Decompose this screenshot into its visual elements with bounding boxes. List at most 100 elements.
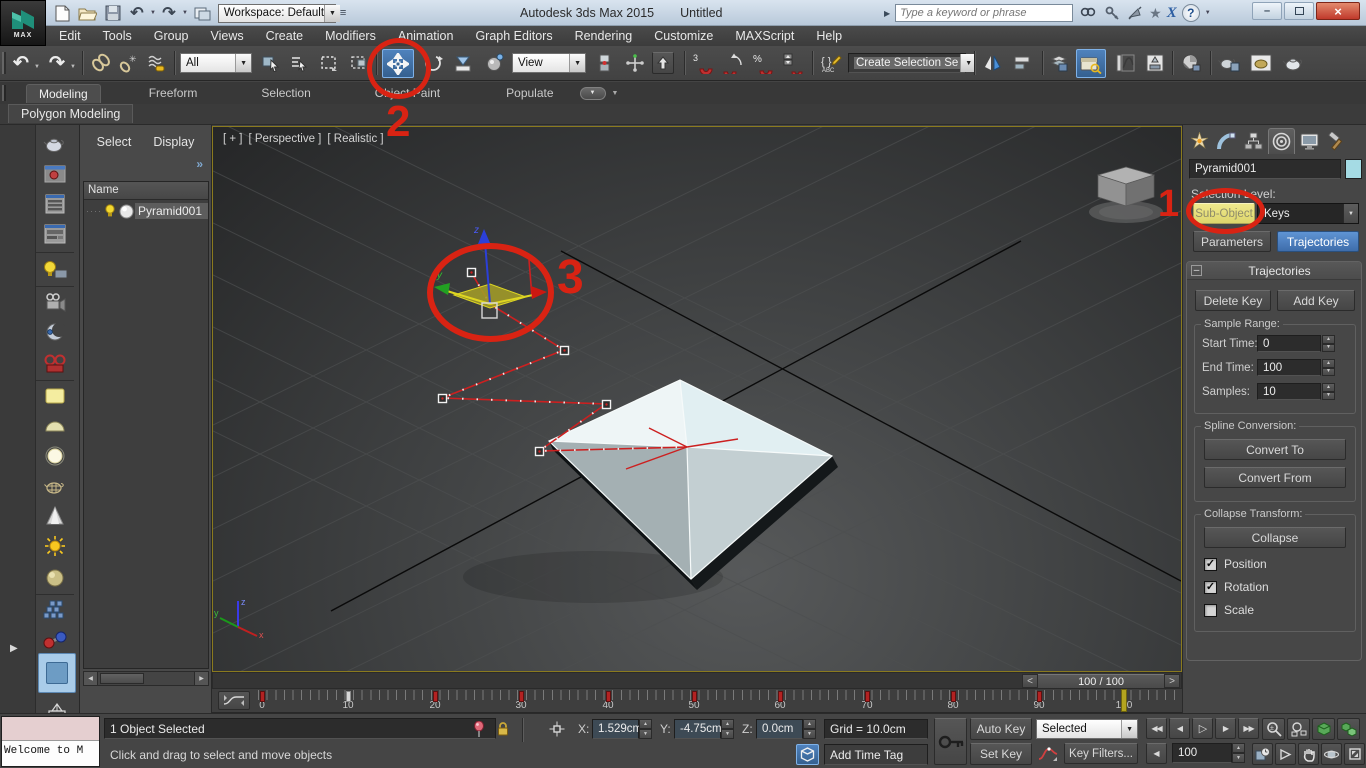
samples-spinner[interactable]: ▲▼ xyxy=(1322,383,1335,400)
render-setup-icon[interactable] xyxy=(1216,50,1242,76)
named-selection-sets-dropdown[interactable]: Create Selection Se▼ xyxy=(848,53,966,73)
open-file-button[interactable] xyxy=(76,3,98,23)
minimize-button[interactable]: – xyxy=(1252,2,1282,20)
explorer-display-menu[interactable]: Display xyxy=(153,135,194,149)
keyframe-marker-80[interactable] xyxy=(951,691,956,702)
scene-explorer-toggle-button[interactable] xyxy=(1076,49,1106,78)
spotlight-cone-icon[interactable] xyxy=(36,501,74,531)
time-slider-handle[interactable]: < 100 / 100 > xyxy=(1022,674,1180,688)
project-folder-button[interactable] xyxy=(192,3,214,23)
orbit-view-button[interactable] xyxy=(1321,743,1342,765)
end-time-spinner[interactable]: ▲▼ xyxy=(1322,359,1335,376)
display-tab-icon[interactable] xyxy=(1297,129,1322,154)
camera-speaker-icon[interactable] xyxy=(36,287,74,317)
environment-dialog-icon[interactable] xyxy=(36,219,74,253)
set-key-button[interactable]: Set Key xyxy=(970,743,1032,765)
schematic-view-icon[interactable] xyxy=(1142,50,1168,76)
ribbon-tab-freeform[interactable]: Freeform xyxy=(137,84,210,102)
zoom-button[interactable]: ± xyxy=(1262,718,1285,740)
material-editor-icon[interactable] xyxy=(1178,50,1204,76)
ribbon-minimize-pill-button[interactable]: ▼ xyxy=(580,87,606,100)
parameters-button[interactable]: Parameters xyxy=(1193,231,1271,252)
select-and-manipulate-cross-icon[interactable] xyxy=(622,50,648,76)
scale-checkbox[interactable] xyxy=(1204,604,1217,617)
viewcube[interactable] xyxy=(1089,167,1163,223)
spinner-snap-toggle-icon[interactable] xyxy=(780,50,806,76)
listener-macro-pane[interactable] xyxy=(2,717,99,741)
ribbon-grip[interactable] xyxy=(2,85,6,101)
help-icon[interactable]: ? xyxy=(1182,4,1200,22)
menu-group[interactable]: Group xyxy=(143,29,200,43)
z-coordinate-spinner[interactable]: ▲▼ xyxy=(803,719,816,739)
expand-toolbar-arrow-icon[interactable]: ▶ xyxy=(10,643,18,654)
reference-coordinate-system-dropdown[interactable]: View▼ xyxy=(512,53,586,73)
help-caret-icon[interactable]: ▼ xyxy=(1205,10,1211,16)
menu-modifiers[interactable]: Modifiers xyxy=(314,29,387,43)
create-tab-icon[interactable] xyxy=(1187,129,1212,154)
explorer-row-pyramid001[interactable]: ···· Pyramid001 xyxy=(84,200,208,222)
keyframe-marker-30[interactable] xyxy=(519,691,524,702)
trajectories-button[interactable]: Trajectories xyxy=(1277,231,1359,252)
key-mode-toggle-button[interactable]: ◀ xyxy=(1146,743,1167,764)
viewport-general-menu[interactable]: [ + ] xyxy=(223,133,243,145)
object-array-icon[interactable] xyxy=(36,595,74,625)
current-frame-indicator[interactable] xyxy=(1121,689,1127,712)
convert-to-button[interactable]: Convert To xyxy=(1204,439,1346,460)
curve-editor-icon[interactable] xyxy=(1112,50,1138,76)
select-and-scale-icon[interactable] xyxy=(450,50,476,76)
modify-tab-icon[interactable] xyxy=(1214,129,1239,154)
object-color-swatch[interactable] xyxy=(1345,159,1362,179)
scrollbar-thumb[interactable] xyxy=(100,673,144,684)
redo-button[interactable]: ↷ xyxy=(160,3,178,23)
exchange-apps-icon[interactable]: X xyxy=(1167,5,1177,22)
edit-named-selection-sets-icon[interactable]: { }ABC xyxy=(818,50,844,76)
z-coordinate-field[interactable]: 0.0cm xyxy=(756,719,803,739)
menu-maxscript[interactable]: MAXScript xyxy=(724,29,805,43)
explorer-name-column-header[interactable]: Name xyxy=(84,182,208,200)
active-left-tool-button[interactable] xyxy=(38,653,76,693)
keyframe-marker-20[interactable] xyxy=(433,691,438,702)
key-filter-scope-dropdown[interactable]: Selected▼ xyxy=(1036,719,1138,739)
convert-from-button[interactable]: Convert From xyxy=(1204,467,1346,488)
scroll-right-icon[interactable]: ▶ xyxy=(194,672,208,685)
keyframe-marker-60[interactable] xyxy=(778,691,783,702)
previous-frame-arrow[interactable]: < xyxy=(1022,674,1038,688)
rectangular-selection-region-icon[interactable] xyxy=(316,50,342,76)
keyframe-marker-70[interactable] xyxy=(865,691,870,702)
close-button[interactable]: × xyxy=(1316,2,1360,20)
viewport-shading-menu[interactable]: [ Realistic ] xyxy=(327,133,383,145)
ribbon-tab-populate[interactable]: Populate xyxy=(494,84,565,102)
ribbon-options-caret-icon[interactable]: ▼ xyxy=(612,90,619,97)
explorer-horizontal-scrollbar[interactable]: ◀ ▶ xyxy=(83,671,209,686)
select-and-manipulate-icon[interactable] xyxy=(482,50,508,76)
absolute-offset-mode-toggle[interactable] xyxy=(546,719,568,739)
position-checkbox[interactable]: ✓ xyxy=(1204,558,1217,571)
render-setup-dialog-icon[interactable] xyxy=(36,189,74,219)
keyframe-marker-40[interactable] xyxy=(606,691,611,702)
next-frame-button[interactable]: ▶ xyxy=(1215,718,1236,739)
ribbon-tab-selection[interactable]: Selection xyxy=(249,84,322,102)
perspective-viewport[interactable]: z y z y x [ + ] [ Perspective ] [ Realis… xyxy=(212,126,1182,672)
menu-tools[interactable]: Tools xyxy=(92,29,143,43)
angle-snap-toggle-icon[interactable] xyxy=(720,50,746,76)
viewport-pov-menu[interactable]: [ Perspective ] xyxy=(249,133,322,145)
previous-frame-button[interactable]: ◀ xyxy=(1169,718,1190,739)
keyframe-marker-10-selected[interactable] xyxy=(346,691,351,702)
render-production-icon[interactable] xyxy=(1280,50,1306,76)
explorer-select-menu[interactable]: Select xyxy=(97,135,132,149)
keyframe-marker-50[interactable] xyxy=(692,691,697,702)
menu-help[interactable]: Help xyxy=(805,29,853,43)
communication-center-icon[interactable] xyxy=(1126,6,1144,20)
skylight-dome-icon[interactable] xyxy=(36,411,74,441)
object-name-label[interactable]: Pyramid001 xyxy=(135,203,208,219)
app-logo-button[interactable]: MAX xyxy=(0,0,46,46)
go-to-start-button[interactable]: ◀◀ xyxy=(1146,718,1167,739)
safe-frame-swatch-icon[interactable] xyxy=(36,381,74,411)
time-slider-frame-display[interactable]: 100 / 100 xyxy=(1038,674,1164,688)
polygon-modeling-panel-tab[interactable]: Polygon Modeling xyxy=(8,104,133,123)
keyframe-marker-0[interactable] xyxy=(260,691,265,702)
new-scene-button[interactable] xyxy=(52,3,72,23)
playback-flyout-button[interactable] xyxy=(1275,743,1296,765)
current-frame-field[interactable]: 100 xyxy=(1172,743,1232,763)
infocenter-search-input[interactable] xyxy=(895,4,1073,22)
